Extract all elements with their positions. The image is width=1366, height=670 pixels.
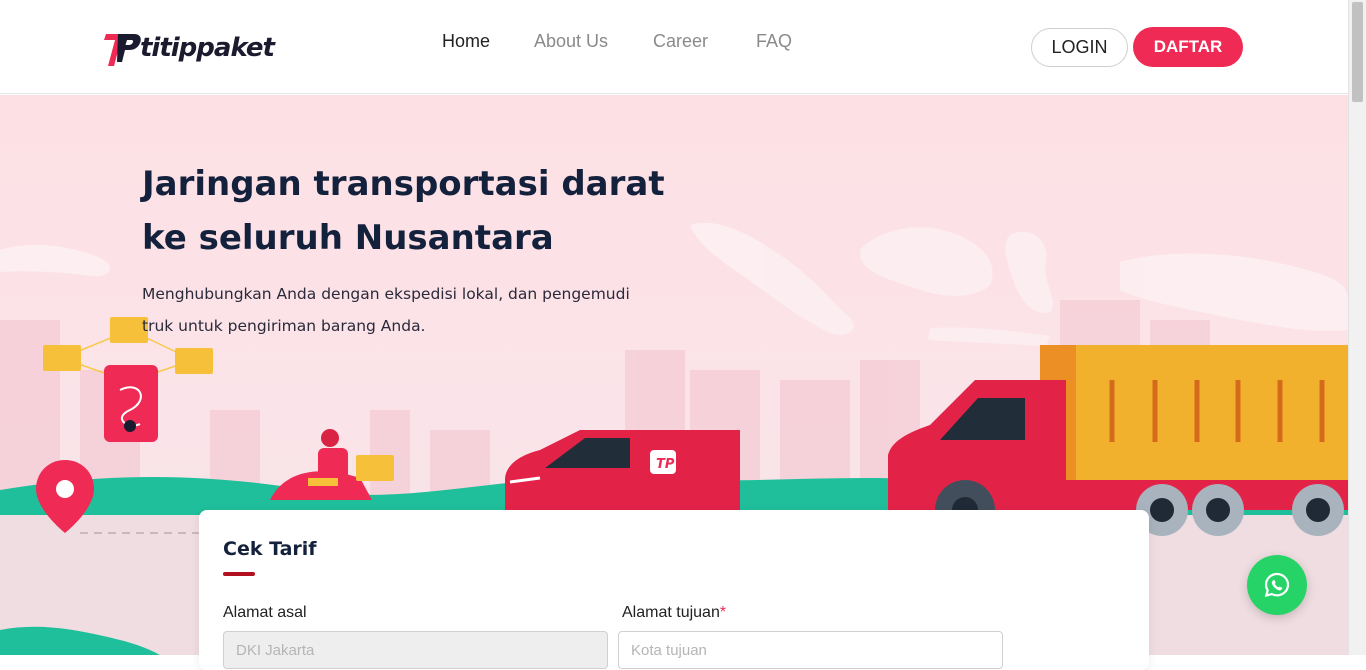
login-button[interactable]: LOGIN [1031, 28, 1128, 67]
nav-about-us[interactable]: About Us [534, 31, 608, 52]
required-asterisk: * [719, 604, 727, 621]
title-underline [223, 572, 255, 576]
whatsapp-icon [1264, 572, 1290, 598]
navbar: titippaket Home About Us Career FAQ LOGI… [0, 0, 1348, 94]
nav-home[interactable]: Home [442, 31, 490, 52]
cek-tarif-card: Cek Tarif Alamat asal Alamat tujuan* [199, 510, 1149, 670]
tp-logo-icon [104, 34, 141, 66]
destination-input[interactable] [618, 631, 1003, 669]
daftar-button[interactable]: DAFTAR [1133, 27, 1243, 67]
hero-title-line1: Jaringan transportasi darat [142, 164, 665, 204]
page-scrollbar[interactable] [1348, 0, 1366, 655]
destination-label-text: Alamat tujuan [622, 604, 720, 621]
hero-title: Jaringan transportasi darat ke seluruh N… [142, 157, 702, 265]
hero-subtitle: Menghubungkan Anda dengan ekspedisi loka… [142, 278, 682, 342]
origin-input[interactable] [223, 631, 608, 669]
origin-label: Alamat asal [223, 604, 307, 621]
brand-logo[interactable]: titippaket [104, 26, 275, 70]
nav-career[interactable]: Career [653, 31, 708, 52]
scrollbar-thumb[interactable] [1352, 2, 1363, 102]
whatsapp-button[interactable] [1247, 555, 1307, 615]
hero-subtitle-line2: truk untuk pengiriman barang Anda. [142, 317, 426, 335]
brand-name: titippaket [140, 33, 275, 63]
cek-tarif-title: Cek Tarif [223, 538, 317, 560]
svg-text:TP: TP [656, 457, 675, 472]
destination-label: Alamat tujuan* [622, 604, 726, 622]
hero-title-line2: ke seluruh Nusantara [142, 218, 554, 258]
nav-faq[interactable]: FAQ [756, 31, 792, 52]
hero-subtitle-line1: Menghubungkan Anda dengan ekspedisi loka… [142, 285, 630, 303]
